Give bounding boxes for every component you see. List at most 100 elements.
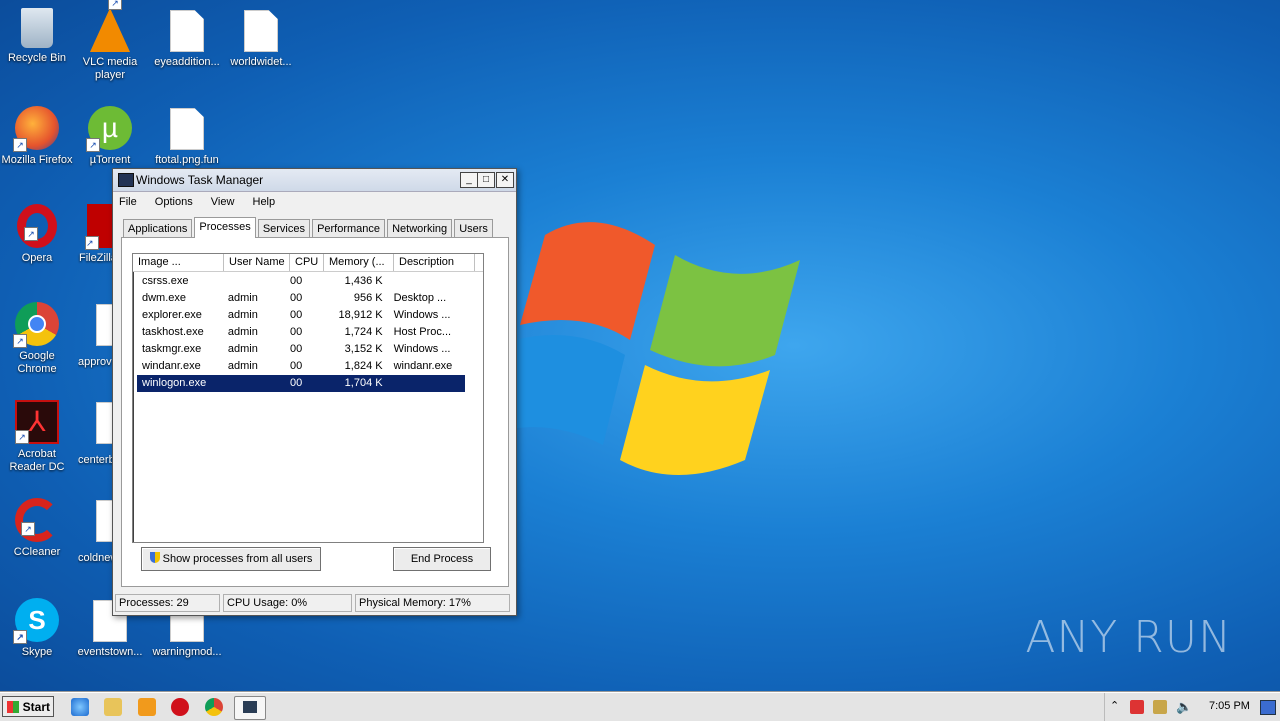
chrome-taskbar-icon[interactable] xyxy=(205,698,223,716)
end-process-button[interactable]: End Process xyxy=(393,547,491,571)
table-row[interactable]: windanr.exe admin 00 1,824 Kwindanr.exe xyxy=(137,358,465,375)
opera-taskbar-icon[interactable] xyxy=(171,698,189,716)
maximize-icon[interactable]: □ xyxy=(477,172,495,188)
shortcut-arrow-icon: ↗ xyxy=(13,630,27,644)
firefox-icon: ↗ xyxy=(13,106,59,152)
tray-divider xyxy=(1104,693,1105,721)
network-icon[interactable] xyxy=(1153,700,1167,714)
task-manager-taskbar-button[interactable] xyxy=(234,696,266,720)
desktop-icon-filezilla[interactable]: ↗ FileZilla xyxy=(73,204,113,265)
windows-wallpaper-logo xyxy=(505,205,815,515)
ccleaner-icon: ↗ xyxy=(15,498,59,542)
clock[interactable]: 7:05 PM xyxy=(1209,700,1250,712)
desktop-icon-file[interactable]: coldnew xyxy=(78,498,112,565)
desktop-icon-chrome[interactable]: ↗ Google Chrome xyxy=(0,302,74,376)
document-icon xyxy=(96,500,112,542)
table-row[interactable]: taskmgr.exe admin 00 3,152 K Windows ... xyxy=(137,341,465,358)
title-bar[interactable]: Windows Task Manager _ □ ✕ xyxy=(113,169,516,192)
desktop-icon-file[interactable]: eyeaddition... xyxy=(150,8,224,69)
task-manager-icon xyxy=(118,173,134,187)
start-button[interactable]: Start xyxy=(2,696,54,717)
menu-file[interactable]: File xyxy=(117,196,139,208)
opera-icon: ↗ xyxy=(17,204,57,248)
document-icon xyxy=(170,108,204,150)
desktop-icon-file[interactable]: ftotal.png.fun xyxy=(150,106,224,167)
recycle-bin-icon xyxy=(21,8,53,48)
column-cpu[interactable]: CPU xyxy=(290,254,324,271)
shortcut-arrow-icon: ↗ xyxy=(15,430,29,444)
windows-flag-icon xyxy=(7,701,19,713)
status-bar: Processes: 29 CPU Usage: 0% Physical Mem… xyxy=(115,594,513,612)
document-icon xyxy=(96,402,112,444)
process-list[interactable]: Image ... User Name CPU Memory (... Desc… xyxy=(132,253,484,543)
menu-help[interactable]: Help xyxy=(251,196,278,208)
utorrent-icon: µ ↗ xyxy=(86,106,132,152)
tab-processes[interactable]: Processes xyxy=(194,217,256,238)
action-center-icon[interactable] xyxy=(1130,700,1144,714)
show-all-processes-button[interactable]: Show processes from all users xyxy=(141,547,321,571)
desktop-icon-recycle-bin[interactable]: Recycle Bin xyxy=(0,8,74,65)
show-hidden-icons-icon[interactable]: ⌃ xyxy=(1110,699,1119,712)
desktop-icon-ccleaner[interactable]: ↗ CCleaner xyxy=(0,498,74,559)
table-row[interactable]: dwm.exe admin 00 956 K Desktop ... xyxy=(137,290,465,307)
document-icon xyxy=(96,304,112,346)
desktop-icon-vlc[interactable]: ↗ VLC media player xyxy=(73,0,147,82)
document-icon xyxy=(244,10,278,52)
minimize-icon[interactable]: _ xyxy=(460,172,478,188)
tab-users[interactable]: Users xyxy=(454,219,493,238)
skype-icon: S ↗ xyxy=(13,598,59,644)
chrome-icon: ↗ xyxy=(13,302,59,348)
tab-performance[interactable]: Performance xyxy=(312,219,386,238)
menu-view[interactable]: View xyxy=(209,196,237,208)
tab-services[interactable]: Services xyxy=(257,219,310,238)
table-row[interactable]: explorer.exe admin 00 18,912 K Windows ... xyxy=(137,307,465,324)
shortcut-arrow-icon: ↗ xyxy=(85,236,99,250)
menu-bar: File Options View Help xyxy=(113,192,516,212)
taskbar: Start ⌃ 🔈 7:05 PM xyxy=(0,692,1280,721)
explorer-folder-icon[interactable] xyxy=(104,698,122,716)
desktop-icon-opera[interactable]: ↗ Opera xyxy=(0,204,74,265)
internet-explorer-icon[interactable] xyxy=(71,698,89,716)
task-manager-window[interactable]: Windows Task Manager _ □ ✕ File Options … xyxy=(112,168,517,616)
anyrun-watermark: ANY RUN xyxy=(1025,612,1232,663)
status-processes: Processes: 29 xyxy=(115,594,220,612)
window-title: Windows Task Manager xyxy=(136,173,264,187)
desktop-icon-acrobat[interactable]: ⅄ ↗ Acrobat Reader DC xyxy=(0,400,74,474)
tab-strip: Applications Processes Services Performa… xyxy=(123,217,493,238)
close-icon[interactable]: ✕ xyxy=(496,172,514,188)
shortcut-arrow-icon: ↗ xyxy=(13,334,27,348)
column-image-name[interactable]: Image ... xyxy=(133,254,224,271)
table-row[interactable]: taskhost.exe admin 00 1,724 K Host Proc... xyxy=(137,324,465,341)
desktop-icon-file[interactable]: approv xyxy=(78,302,112,369)
desktop-icon-file[interactable]: worldwidet... xyxy=(224,8,298,69)
desktop-icon-utorrent[interactable]: µ ↗ µTorrent xyxy=(73,106,147,167)
shortcut-arrow-icon: ↗ xyxy=(24,227,38,241)
menu-options[interactable]: Options xyxy=(153,196,195,208)
table-row[interactable]: csrss.exe 00 1,436 K xyxy=(137,273,465,290)
show-desktop-icon[interactable] xyxy=(1260,700,1276,715)
column-user-name[interactable]: User Name xyxy=(224,254,290,271)
tab-networking[interactable]: Networking xyxy=(387,219,453,238)
table-row-selected[interactable]: winlogon.exe 00 1,704 K xyxy=(137,375,465,392)
task-manager-icon xyxy=(243,701,257,713)
column-description[interactable]: Description xyxy=(394,254,475,271)
vlc-icon: ↗ xyxy=(90,0,130,52)
desktop-icon-firefox[interactable]: ↗ Mozilla Firefox xyxy=(0,106,74,167)
tab-applications[interactable]: Applications xyxy=(123,219,193,238)
desktop-icon-file[interactable]: centerb xyxy=(78,400,112,467)
list-header: Image ... User Name CPU Memory (... Desc… xyxy=(133,254,483,272)
status-memory: Physical Memory: 17% xyxy=(355,594,510,612)
process-rows: csrss.exe 00 1,436 K dwm.exe admin 00 956 K De… xyxy=(133,272,483,392)
shortcut-arrow-icon: ↗ xyxy=(86,138,100,152)
filezilla-icon: ↗ xyxy=(85,204,113,250)
desktop-icon-skype[interactable]: S ↗ Skype xyxy=(0,598,74,659)
shortcut-arrow-icon: ↗ xyxy=(21,522,35,536)
column-memory[interactable]: Memory (... xyxy=(324,254,394,271)
document-icon xyxy=(170,10,204,52)
status-cpu: CPU Usage: 0% xyxy=(223,594,352,612)
volume-icon[interactable]: 🔈 xyxy=(1176,699,1192,715)
shortcut-arrow-icon: ↗ xyxy=(13,138,27,152)
shortcut-arrow-icon: ↗ xyxy=(108,0,122,10)
acrobat-icon: ⅄ ↗ xyxy=(15,400,59,444)
media-player-icon[interactable] xyxy=(138,698,156,716)
